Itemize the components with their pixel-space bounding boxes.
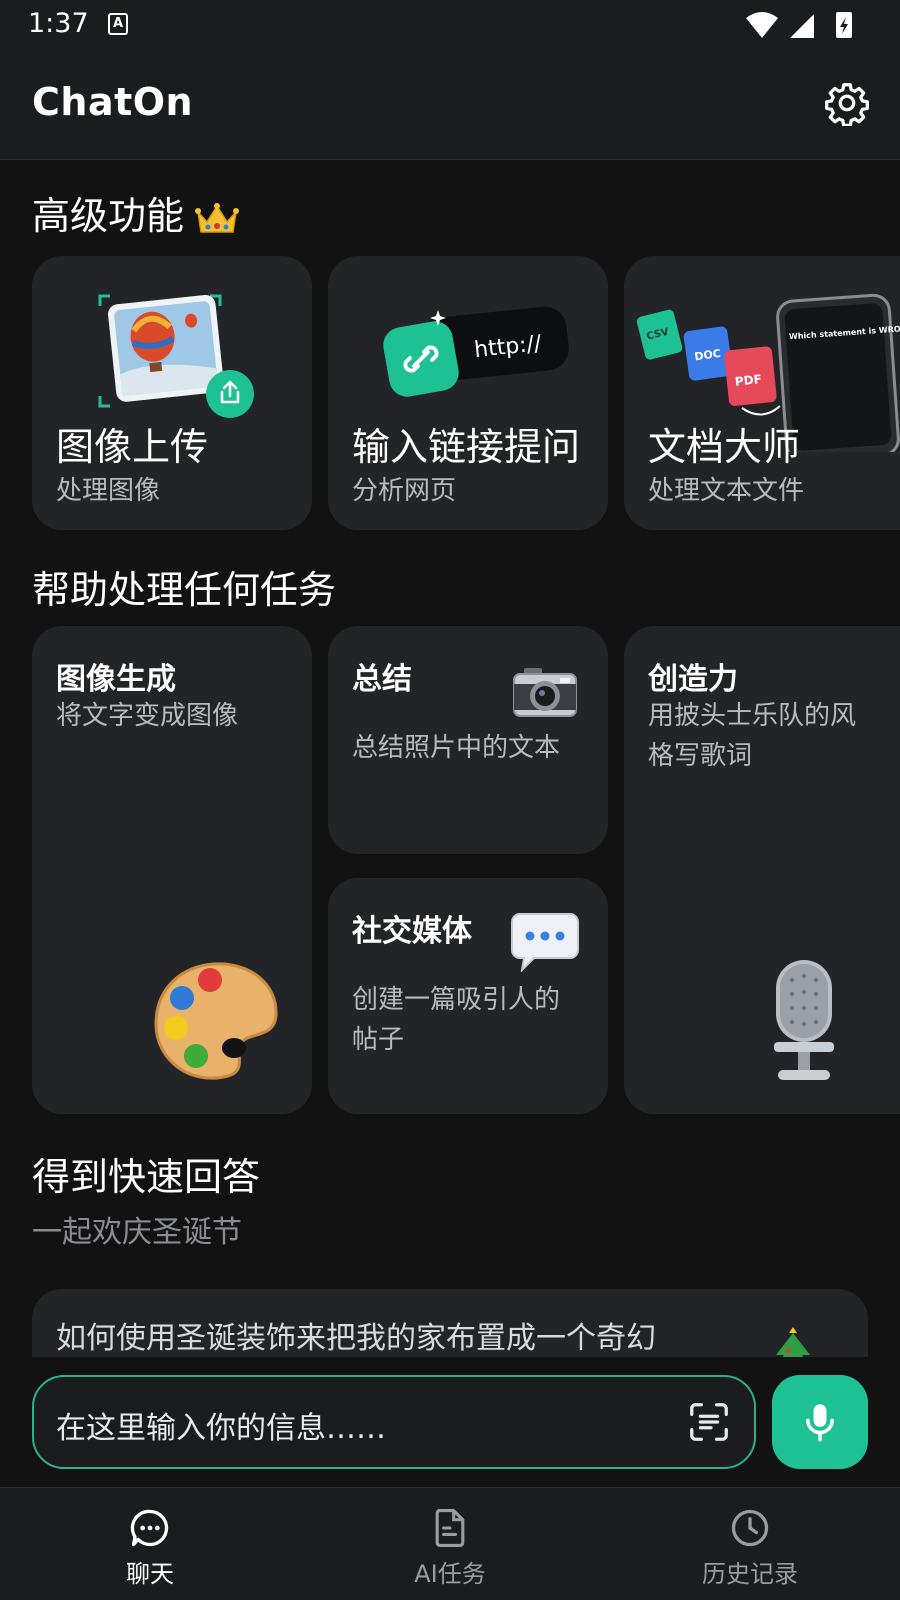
system-status-icons [746,12,852,38]
document-master-subtitle: 处理文本文件 [648,476,805,506]
settings-gear-icon[interactable] [824,80,870,126]
social-media-desc-line2: 帖子 [352,1025,405,1055]
microphone-icon [774,960,834,1080]
clock-icon [731,1509,769,1547]
bottom-navigation: 聊天 AI任务 历史记录 [0,1487,900,1600]
document-icon [435,1509,465,1547]
status-bar: 1:37 A [0,0,900,50]
link-question-card[interactable]: http:// 输入链接提问 分析网页 [328,256,608,530]
crown-icon [195,202,240,233]
summary-desc: 总结照片中的文本 [352,733,561,763]
creativity-desc-line2: 格写歌词 [648,741,753,771]
message-input[interactable]: 在这里输入你的信息…… [32,1375,756,1469]
link-question-title: 输入链接提问 [352,425,581,469]
social-media-desc-line1: 创建一篇吸引人的 [352,985,561,1015]
message-composer: 在这里输入你的信息…… [0,1357,900,1487]
scan-text-icon[interactable] [686,1399,732,1445]
nav-history[interactable]: 历史记录 [600,1488,900,1600]
svg-text:PDF: PDF [734,372,762,389]
nav-chat-label: 聊天 [126,1560,174,1588]
image-upload-title: 图像上传 [56,425,209,469]
signal-icon [790,14,814,38]
palette-icon [154,962,278,1080]
home-content[interactable]: 高级功能 图像上传 处理图像 http:// 输入链接提问 分析网页 Which… [0,161,900,1357]
quick-prompt-text: 如何使用圣诞装饰来把我的家布置成一个奇幻 [56,1321,656,1356]
app-title: ChatOn [32,80,194,124]
creativity-card[interactable]: 创造力 用披头士乐队的风 格写歌词 [624,626,900,1114]
quick-section-title: 得到快速回答 [32,1155,261,1199]
app-bar: ChatOn [0,50,900,160]
link-question-subtitle: 分析网页 [352,476,457,506]
document-master-card[interactable]: Which statement is WRONG about water? CS… [624,256,900,530]
wifi-icon [746,12,778,38]
nav-history-label: 历史记录 [702,1560,798,1588]
speech-bubble-icon [511,913,579,972]
summary-title: 总结 [352,662,412,697]
notification-icon: A [108,13,128,35]
premium-section-title: 高级功能 [32,185,240,240]
creativity-desc-line1: 用披头士乐队的风 [648,701,857,731]
premium-title-text: 高级功能 [32,194,185,238]
quick-section-subtitle: 一起欢庆圣诞节 [32,1215,242,1250]
nav-chat[interactable]: 聊天 [0,1488,300,1600]
social-media-card[interactable]: 社交媒体 创建一篇吸引人的 帖子 [328,878,608,1114]
quick-prompt-card[interactable]: 如何使用圣诞装饰来把我的家布置成一个奇幻 [32,1289,868,1357]
camera-icon [513,668,577,717]
tasks-section-title: 帮助处理任何任务 [32,568,337,612]
document-master-title: 文档大师 [648,425,801,469]
creativity-title: 创造力 [648,662,738,697]
image-generation-title: 图像生成 [56,662,176,697]
microphone-button-icon [806,1404,834,1442]
image-upload-subtitle: 处理图像 [56,476,161,506]
status-time: 1:37 [28,8,89,39]
image-generation-desc: 将文字变成图像 [56,701,239,731]
nav-ai-tasks-label: AI任务 [414,1560,486,1588]
image-generation-card[interactable]: 图像生成 将文字变成图像 [32,626,312,1114]
social-media-title: 社交媒体 [352,914,472,949]
image-upload-card[interactable]: 图像上传 处理图像 [32,256,312,530]
message-input-placeholder: 在这里输入你的信息…… [56,1411,386,1446]
summary-card[interactable]: 总结 总结照片中的文本 [328,626,608,854]
christmas-tree-icon [776,1327,810,1357]
nav-ai-tasks[interactable]: AI任务 [300,1488,600,1600]
hot-air-balloon-photo-icon [98,294,254,418]
voice-input-button[interactable] [772,1375,868,1469]
link-icon: http:// [383,306,569,397]
chat-bubble-icon [130,1509,169,1547]
